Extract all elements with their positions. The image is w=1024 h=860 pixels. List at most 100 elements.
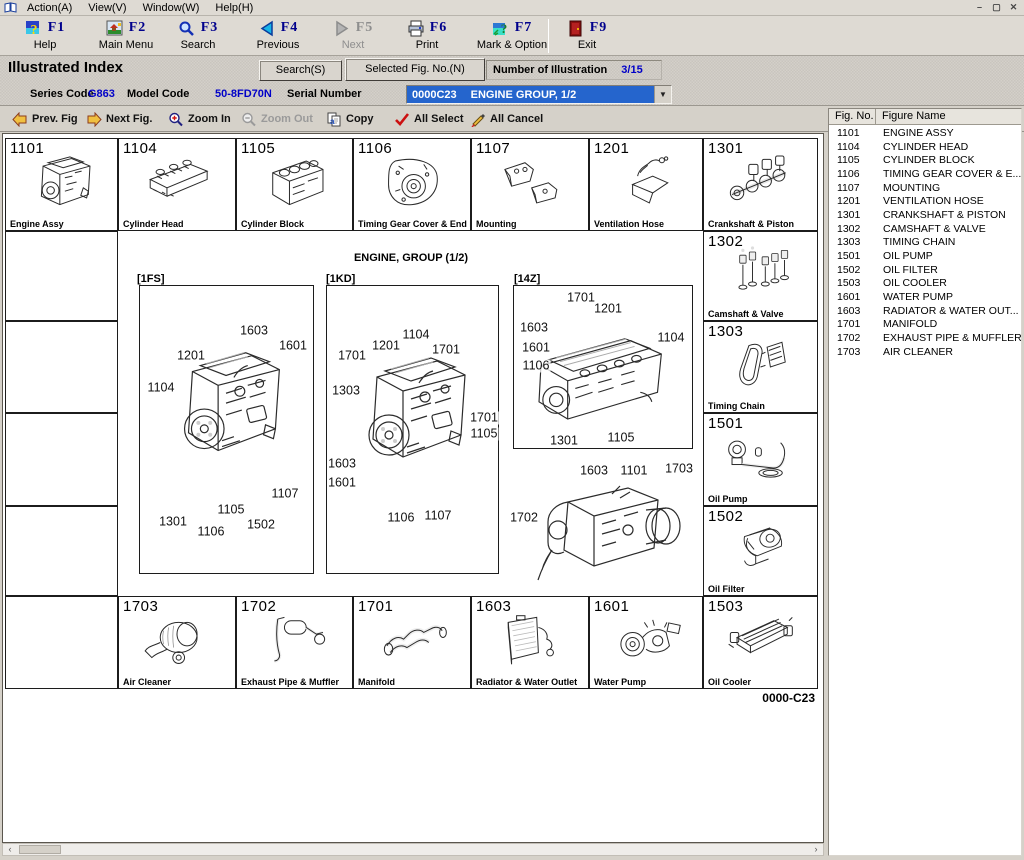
scrollbar-thumb[interactable] <box>19 845 61 854</box>
next-button: F5Next <box>322 18 384 54</box>
mark-option-icon: ? <box>492 20 510 37</box>
figure-cell-1701[interactable]: 1701Manifold <box>353 596 471 689</box>
scroll-left-icon[interactable]: ‹ <box>3 844 17 855</box>
figure-cell-1303[interactable]: 1303Timing Chain <box>703 321 818 413</box>
figure-caption: Timing Gear Cover & End Plate <box>358 219 471 229</box>
figure-list-row[interactable]: 1702EXHAUST PIPE & MUFFLER <box>829 331 1021 345</box>
print-button[interactable]: F6Print <box>398 18 456 54</box>
figure-cell-1201[interactable]: 1201Ventilation Hose <box>589 138 703 231</box>
figure-caption: Oil Cooler <box>708 677 751 687</box>
figure-caption: Cylinder Block <box>241 219 304 229</box>
search-button[interactable]: F3Search <box>165 18 231 54</box>
mark-option-button[interactable]: ?F7Mark & Option <box>466 18 558 54</box>
dropdown-name: ENGINE GROUP, 1/2 <box>471 89 577 101</box>
callout-label: 1106 <box>197 526 226 539</box>
figure-caption: Manifold <box>358 677 395 687</box>
search-tab-button[interactable]: Search(S) <box>259 60 342 81</box>
figure-list-row[interactable]: 1201VENTILATION HOSE <box>829 194 1021 208</box>
maximize-icon[interactable]: ▢ <box>990 2 1003 13</box>
copy-button[interactable]: aCopy <box>326 109 374 129</box>
figure-list-row[interactable]: 1105CYLINDER BLOCK <box>829 153 1021 167</box>
figure-cell-1302[interactable]: 1302Camshaft & Valve <box>703 231 818 321</box>
figure-group-dropdown[interactable]: 0000C23 ENGINE GROUP, 1/2 ▼ <box>406 85 672 104</box>
zoom-in-button[interactable]: Zoom In <box>168 109 231 129</box>
dropdown-code: 0000C23 <box>412 89 457 101</box>
figure-caption: Exhaust Pipe & Muffler <box>241 677 339 687</box>
row-figure-name: CRANKSHAFT & PISTON <box>876 209 1021 221</box>
figure-list-row[interactable]: 1502OIL FILTER <box>829 263 1021 277</box>
menu-action[interactable]: Action(A) <box>19 1 80 15</box>
callout-label: 1601 <box>521 342 551 355</box>
row-figure-name: TIMING CHAIN <box>876 236 1021 248</box>
prev-fig-button[interactable]: Prev. Fig <box>12 109 78 129</box>
scrollbar-track[interactable] <box>17 844 809 855</box>
all-select-button[interactable]: All Select <box>394 109 464 129</box>
illustration-count-box: Number of Illustration 3/15 <box>486 60 662 80</box>
figure-list-row[interactable]: 1503OIL COOLER <box>829 277 1021 291</box>
help-button[interactable]: ?F1Help <box>14 18 76 54</box>
scroll-right-icon[interactable]: › <box>809 844 823 855</box>
figure-list-row[interactable]: 1703AIR CLEANER <box>829 345 1021 359</box>
menu-view[interactable]: View(V) <box>80 1 134 15</box>
figure-list-row[interactable]: 1601WATER PUMP <box>829 290 1021 304</box>
horizontal-scrollbar[interactable]: ‹ › <box>2 843 824 856</box>
figure-cell-1702[interactable]: 1702Exhaust Pipe & Muffler <box>236 596 353 689</box>
row-figure-name: AIR CLEANER <box>876 346 1021 358</box>
fig-no-column-header: Fig. No. <box>829 109 876 124</box>
figure-cell-1107[interactable]: 1107Mounting <box>471 138 589 231</box>
previous-button[interactable]: F4Previous <box>242 18 314 54</box>
figure-list-row[interactable]: 1701MANIFOLD <box>829 318 1021 332</box>
engine-drawing <box>149 334 307 484</box>
figure-cell-1104[interactable]: 1104Cylinder Head <box>118 138 236 231</box>
figure-cell-1105[interactable]: 1105Cylinder Block <box>236 138 353 231</box>
figure-cell-1601[interactable]: 1601Water Pump <box>589 596 703 689</box>
svg-text:a: a <box>330 117 335 126</box>
figure-list-row[interactable]: 1104CYLINDER HEAD <box>829 140 1021 154</box>
row-fig-no: 1104 <box>829 141 876 153</box>
row-fig-no: 1701 <box>829 318 876 330</box>
figure-cell-1703[interactable]: 1703Air Cleaner <box>118 596 236 689</box>
exit-button[interactable]: F9Exit <box>560 18 614 54</box>
page-code: 0000-C23 <box>762 691 815 705</box>
figure-list-row[interactable]: 1101ENGINE ASSY <box>829 126 1021 140</box>
figure-cell-1603[interactable]: 1603Radiator & Water Outlet <box>471 596 589 689</box>
menu-window[interactable]: Window(W) <box>135 1 208 15</box>
figure-caption: Radiator & Water Outlet <box>476 677 577 687</box>
next-fig--button[interactable]: Next Fig. <box>86 109 152 129</box>
figure-list-row[interactable]: 1302CAMSHAFT & VALVE <box>829 222 1021 236</box>
figure-list-row[interactable]: 1303TIMING CHAIN <box>829 236 1021 250</box>
figure-list-row[interactable]: 1106TIMING GEAR COVER & E... <box>829 167 1021 181</box>
callout-label: 1701 <box>469 412 499 425</box>
figure-list-row[interactable]: 1603RADIATOR & WATER OUT... <box>829 304 1021 318</box>
figure-caption: Oil Filter <box>708 584 745 594</box>
callout-label: 1303 <box>331 385 361 398</box>
close-icon[interactable]: ✕ <box>1007 2 1020 13</box>
copy-icon: a <box>326 112 342 127</box>
figure-list-row[interactable]: 1301CRANKSHAFT & PISTON <box>829 208 1021 222</box>
minimize-icon[interactable]: – <box>973 2 986 13</box>
callout-label: 1603 <box>519 322 549 335</box>
callout-label: 1603 <box>327 458 357 471</box>
all-cancel-button[interactable]: All Cancel <box>470 109 543 129</box>
row-fig-no: 1501 <box>829 250 876 262</box>
row-figure-name: CAMSHAFT & VALVE <box>876 223 1021 235</box>
figure-list-row[interactable]: 1501OIL PUMP <box>829 249 1021 263</box>
row-fig-no: 1101 <box>829 127 876 139</box>
figure-cell-1501[interactable]: 1501Oil Pump <box>703 413 818 506</box>
figure-cell-1502[interactable]: 1502Oil Filter <box>703 506 818 596</box>
callout-label: 1104 <box>147 382 176 395</box>
figure-caption: Camshaft & Valve <box>708 309 784 319</box>
selected-fig-button[interactable]: Selected Fig. No.(N) <box>345 58 485 81</box>
figure-cell-1101[interactable]: 1101Engine Assy <box>5 138 118 231</box>
menu-help[interactable]: Help(H) <box>207 1 261 15</box>
row-figure-name: WATER PUMP <box>876 291 1021 303</box>
figure-list-row[interactable]: 1107MOUNTING <box>829 181 1021 195</box>
dropdown-arrow-icon[interactable]: ▼ <box>654 86 671 103</box>
main-menu-button[interactable]: F2Main Menu <box>86 18 166 54</box>
figure-cell-1503[interactable]: 1503Oil Cooler <box>703 596 818 689</box>
figure-cell-1106[interactable]: 1106Timing Gear Cover & End Plate <box>353 138 471 231</box>
figure-caption: Air Cleaner <box>123 677 171 687</box>
figure-cell-1301[interactable]: 1301Crankshaft & Piston <box>703 138 818 231</box>
series-code-label: Series Code <box>30 88 94 100</box>
row-fig-no: 1603 <box>829 305 876 317</box>
